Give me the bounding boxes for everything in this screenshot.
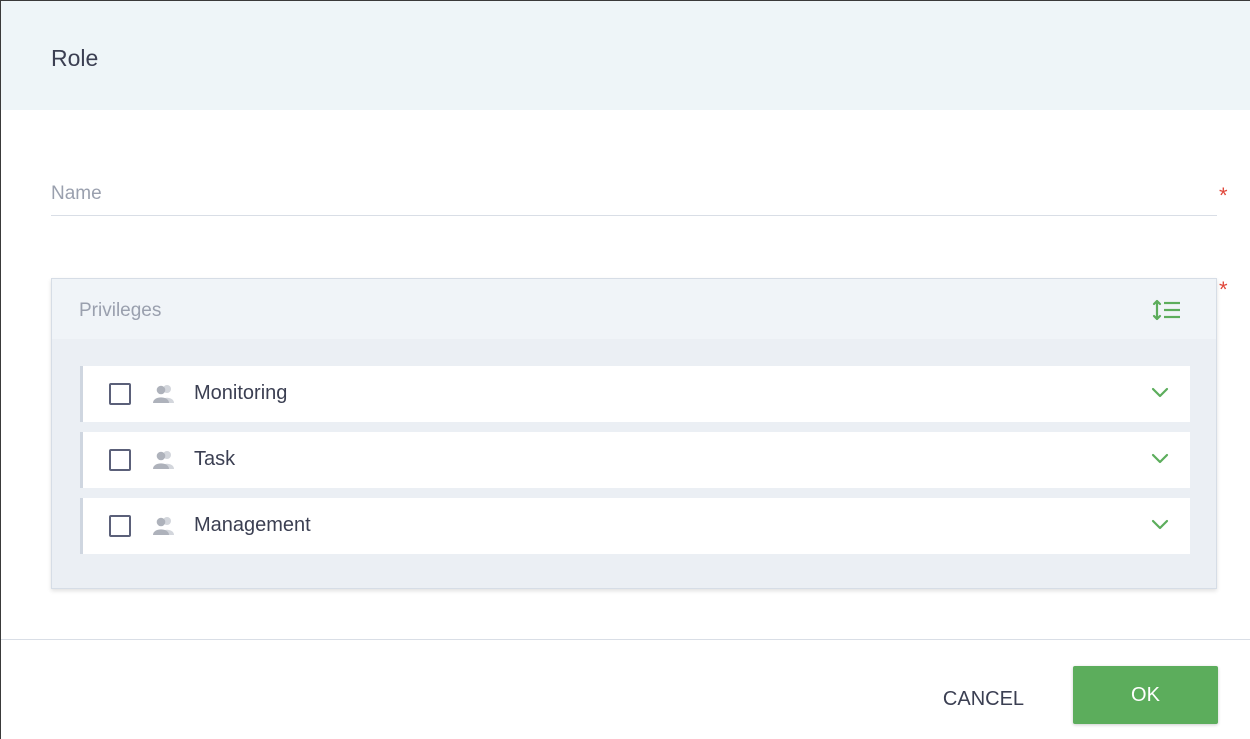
- privilege-row-management[interactable]: Management: [80, 498, 1190, 554]
- privilege-label: Task: [194, 448, 236, 470]
- users-group-icon: [152, 516, 178, 536]
- privileges-title: Privileges: [79, 300, 162, 321]
- privilege-row-monitoring[interactable]: Monitoring: [80, 366, 1190, 422]
- name-field: [51, 171, 1217, 216]
- privilege-checkbox[interactable]: [109, 515, 131, 537]
- privileges-panel: Privileges Monitoring Task Management: [51, 278, 1217, 589]
- sort-list-icon[interactable]: [1150, 295, 1184, 325]
- name-required-marker: *: [1219, 183, 1228, 208]
- privilege-checkbox[interactable]: [109, 449, 131, 471]
- privilege-row-task[interactable]: Task: [80, 432, 1190, 488]
- privilege-label: Management: [194, 514, 311, 536]
- ok-button[interactable]: OK: [1073, 666, 1218, 724]
- privileges-required-marker: *: [1219, 277, 1228, 302]
- users-group-icon: [152, 384, 178, 404]
- privileges-header: Privileges: [52, 279, 1216, 339]
- dialog-header: Role: [1, 1, 1250, 110]
- name-input[interactable]: [51, 179, 1191, 209]
- chevron-down-icon[interactable]: [1151, 518, 1169, 532]
- role-dialog: Role * * Privileges: [0, 0, 1250, 739]
- chevron-down-icon[interactable]: [1151, 386, 1169, 400]
- cancel-button[interactable]: CANCEL: [926, 666, 1041, 724]
- dialog-title: Role: [51, 45, 99, 71]
- privilege-checkbox[interactable]: [109, 383, 131, 405]
- footer-divider: [1, 639, 1250, 640]
- privilege-label: Monitoring: [194, 382, 288, 404]
- users-group-icon: [152, 450, 178, 470]
- chevron-down-icon[interactable]: [1151, 452, 1169, 466]
